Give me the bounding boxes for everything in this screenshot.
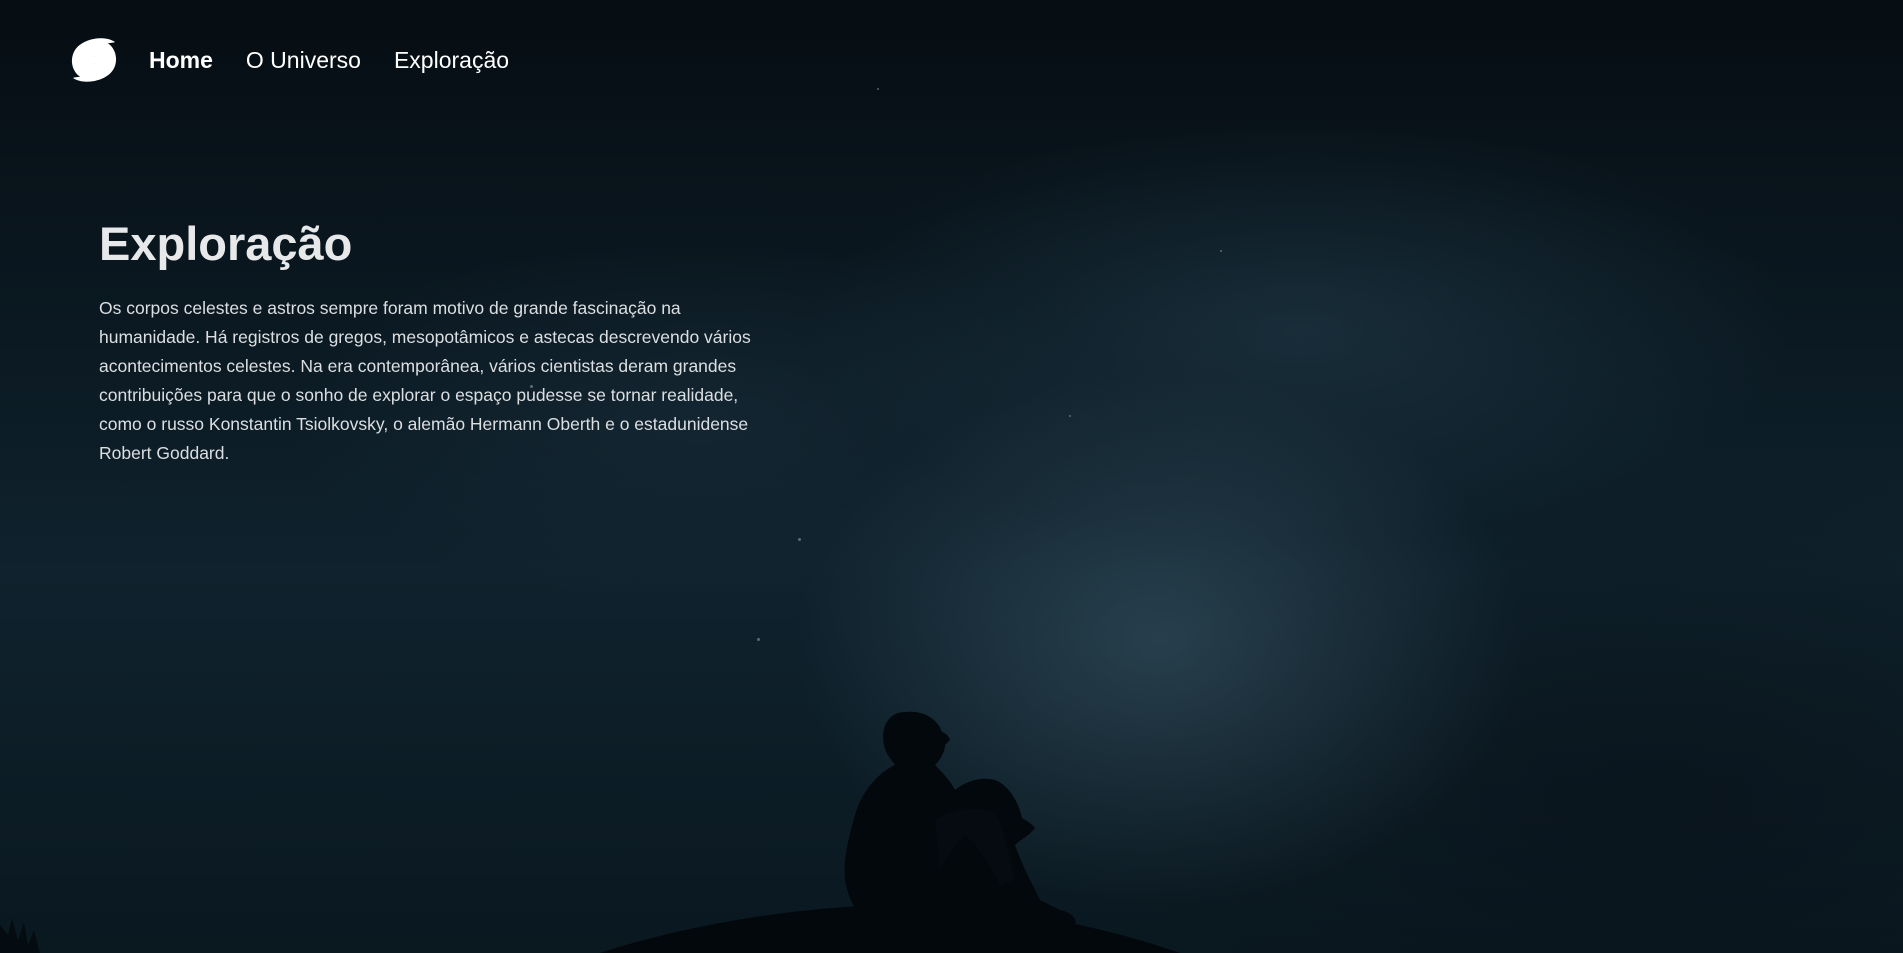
person-silhouette-image xyxy=(0,711,1180,953)
nav-link-o-universo[interactable]: O Universo xyxy=(246,47,361,74)
nav-link-home[interactable]: Home xyxy=(149,47,213,74)
page: Home O Universo Exploração Exploração Os… xyxy=(0,0,1903,953)
hero-title: Exploração xyxy=(99,217,353,270)
galaxy-swirl-icon xyxy=(71,38,117,82)
nav-links: Home O Universo Exploração xyxy=(149,47,542,74)
logo-galaxy-swirl-icon[interactable] xyxy=(69,36,119,84)
hero-section: Exploração Os corpos celestes e astros s… xyxy=(99,214,759,468)
nav-link-exploracao[interactable]: Exploração xyxy=(394,47,509,74)
top-navigation: Home O Universo Exploração xyxy=(69,36,542,84)
hero-description: Os corpos celestes e astros sempre foram… xyxy=(99,298,751,463)
